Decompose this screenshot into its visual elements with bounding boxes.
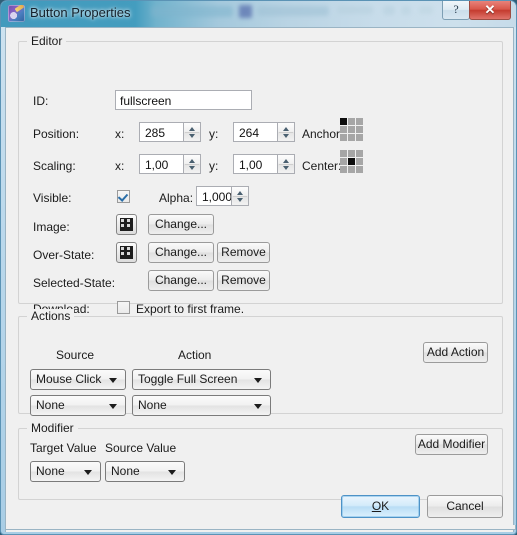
alpha-input[interactable] xyxy=(196,186,232,206)
id-label: ID: xyxy=(33,94,49,108)
modifier-row-0-target-value: None xyxy=(36,464,65,478)
scaling-y-spinner[interactable] xyxy=(278,154,295,174)
position-x-spinner[interactable] xyxy=(184,122,201,142)
close-button[interactable]: ✕ xyxy=(469,1,511,20)
action-row-1-source-value: None xyxy=(36,398,65,412)
over-state-thumbnail-icon xyxy=(120,246,133,259)
dialog-bottom-edge xyxy=(5,525,516,530)
chevron-down-icon xyxy=(254,378,262,383)
anchor-cell-top-right[interactable] xyxy=(356,118,363,125)
image-change-button[interactable]: Change... xyxy=(148,214,214,235)
help-button[interactable]: ? xyxy=(442,1,470,20)
cancel-button[interactable]: Cancel xyxy=(427,495,503,518)
center-cell-bottom-left[interactable] xyxy=(340,166,347,173)
anchor-cell-bottom-center[interactable] xyxy=(348,134,355,141)
id-input[interactable] xyxy=(115,90,252,110)
center-cell-top-right[interactable] xyxy=(356,150,363,157)
over-state-thumbnail-button[interactable] xyxy=(116,242,137,263)
actions-group-title: Actions xyxy=(27,309,75,323)
add-modifier-button[interactable]: Add Modifier xyxy=(415,434,488,455)
action-row-1-action-value: None xyxy=(138,398,167,412)
center-cell-top-left[interactable] xyxy=(340,150,347,157)
scaling-y-input[interactable] xyxy=(233,154,278,174)
anchor-cell-middle-left[interactable] xyxy=(340,126,347,133)
center-cell-middle-right[interactable] xyxy=(356,158,363,165)
chevron-down-icon xyxy=(109,378,117,383)
selected-state-change-button[interactable]: Change... xyxy=(148,270,214,291)
action-row-0-source-value: Mouse Click xyxy=(36,372,102,386)
ok-button-label: K xyxy=(381,499,390,513)
action-row-0-action-select[interactable]: Toggle Full Screen xyxy=(132,369,271,390)
actions-source-header: Source xyxy=(56,348,95,362)
scaling-x-label: x: xyxy=(115,159,125,173)
position-y-spinner[interactable] xyxy=(278,122,295,142)
center-cell-bottom-center[interactable] xyxy=(348,166,355,173)
center-label: Center: xyxy=(302,159,342,173)
scaling-y-label: y: xyxy=(209,159,219,173)
add-action-button[interactable]: Add Action xyxy=(423,342,488,363)
visible-label: Visible: xyxy=(33,191,72,205)
actions-action-header: Action xyxy=(178,348,212,362)
anchor-grid[interactable] xyxy=(340,118,363,141)
alpha-spinner[interactable] xyxy=(232,186,249,206)
anchor-cell-bottom-left[interactable] xyxy=(340,134,347,141)
image-thumbnail-icon xyxy=(120,218,133,231)
over-state-label: Over-State: xyxy=(33,248,95,262)
chevron-down-icon xyxy=(168,470,176,475)
center-cell-middle-center[interactable] xyxy=(348,158,355,165)
chevron-down-icon xyxy=(84,470,92,475)
ok-button[interactable]: OK xyxy=(341,495,420,518)
alpha-label: Alpha: xyxy=(159,191,194,205)
position-x-input[interactable] xyxy=(139,122,184,142)
center-cell-middle-left[interactable] xyxy=(340,158,347,165)
over-state-change-button[interactable]: Change... xyxy=(148,242,214,263)
dialog-client-area: Editor ID: Position: x: y: Anchor: xyxy=(5,27,514,532)
action-row-1-source-select[interactable]: None xyxy=(30,395,126,416)
anchor-cell-top-left[interactable] xyxy=(340,118,347,125)
anchor-cell-middle-center[interactable] xyxy=(348,126,355,133)
modifier-target-value-header: Target Value xyxy=(30,441,97,455)
scaling-label: Scaling: xyxy=(33,159,76,173)
position-x-label: x: xyxy=(115,127,125,141)
modifier-row-0-source-select[interactable]: None xyxy=(105,461,185,482)
modifier-row-0-target-select[interactable]: None xyxy=(30,461,101,482)
position-y-label: y: xyxy=(209,127,219,141)
action-row-1-action-select[interactable]: None xyxy=(132,395,271,416)
export-first-frame-label: Export to first frame. xyxy=(136,302,245,316)
chevron-down-icon xyxy=(109,404,117,409)
center-cell-bottom-right[interactable] xyxy=(356,166,363,173)
editor-group-title: Editor xyxy=(27,34,67,48)
chevron-down-icon xyxy=(254,404,262,409)
image-label: Image: xyxy=(33,220,70,234)
action-row-0-source-select[interactable]: Mouse Click xyxy=(30,369,126,390)
visible-checkbox[interactable] xyxy=(117,190,130,203)
over-state-remove-button[interactable]: Remove xyxy=(217,242,270,263)
anchor-cell-middle-right[interactable] xyxy=(356,126,363,133)
paint-palette-icon xyxy=(8,5,25,22)
ok-button-accel: O xyxy=(371,499,382,513)
scaling-x-spinner[interactable] xyxy=(184,154,201,174)
modifier-row-0-source-value: None xyxy=(111,464,140,478)
export-first-frame-checkbox[interactable] xyxy=(117,301,130,314)
image-thumbnail-button[interactable] xyxy=(116,214,137,235)
anchor-label: Anchor: xyxy=(302,127,344,141)
position-y-input[interactable] xyxy=(233,122,278,142)
center-cell-top-center[interactable] xyxy=(348,150,355,157)
scaling-x-input[interactable] xyxy=(139,154,184,174)
window-title: Button Properties xyxy=(30,5,131,20)
close-icon: ✕ xyxy=(484,2,496,17)
help-icon: ? xyxy=(453,2,459,16)
title-bar[interactable]: Button Properties ? ✕ xyxy=(1,1,516,27)
anchor-cell-top-center[interactable] xyxy=(348,118,355,125)
position-label: Position: xyxy=(33,127,80,141)
selected-state-remove-button[interactable]: Remove xyxy=(217,270,270,291)
modifier-group-title: Modifier xyxy=(27,421,78,435)
anchor-cell-bottom-right[interactable] xyxy=(356,134,363,141)
dialog-window: Button Properties ? ✕ Editor ID: Positio… xyxy=(0,0,517,535)
center-grid[interactable] xyxy=(340,150,363,173)
modifier-source-value-header: Source Value xyxy=(105,441,177,455)
action-row-0-action-value: Toggle Full Screen xyxy=(138,372,238,386)
selected-state-label: Selected-State: xyxy=(33,276,116,290)
